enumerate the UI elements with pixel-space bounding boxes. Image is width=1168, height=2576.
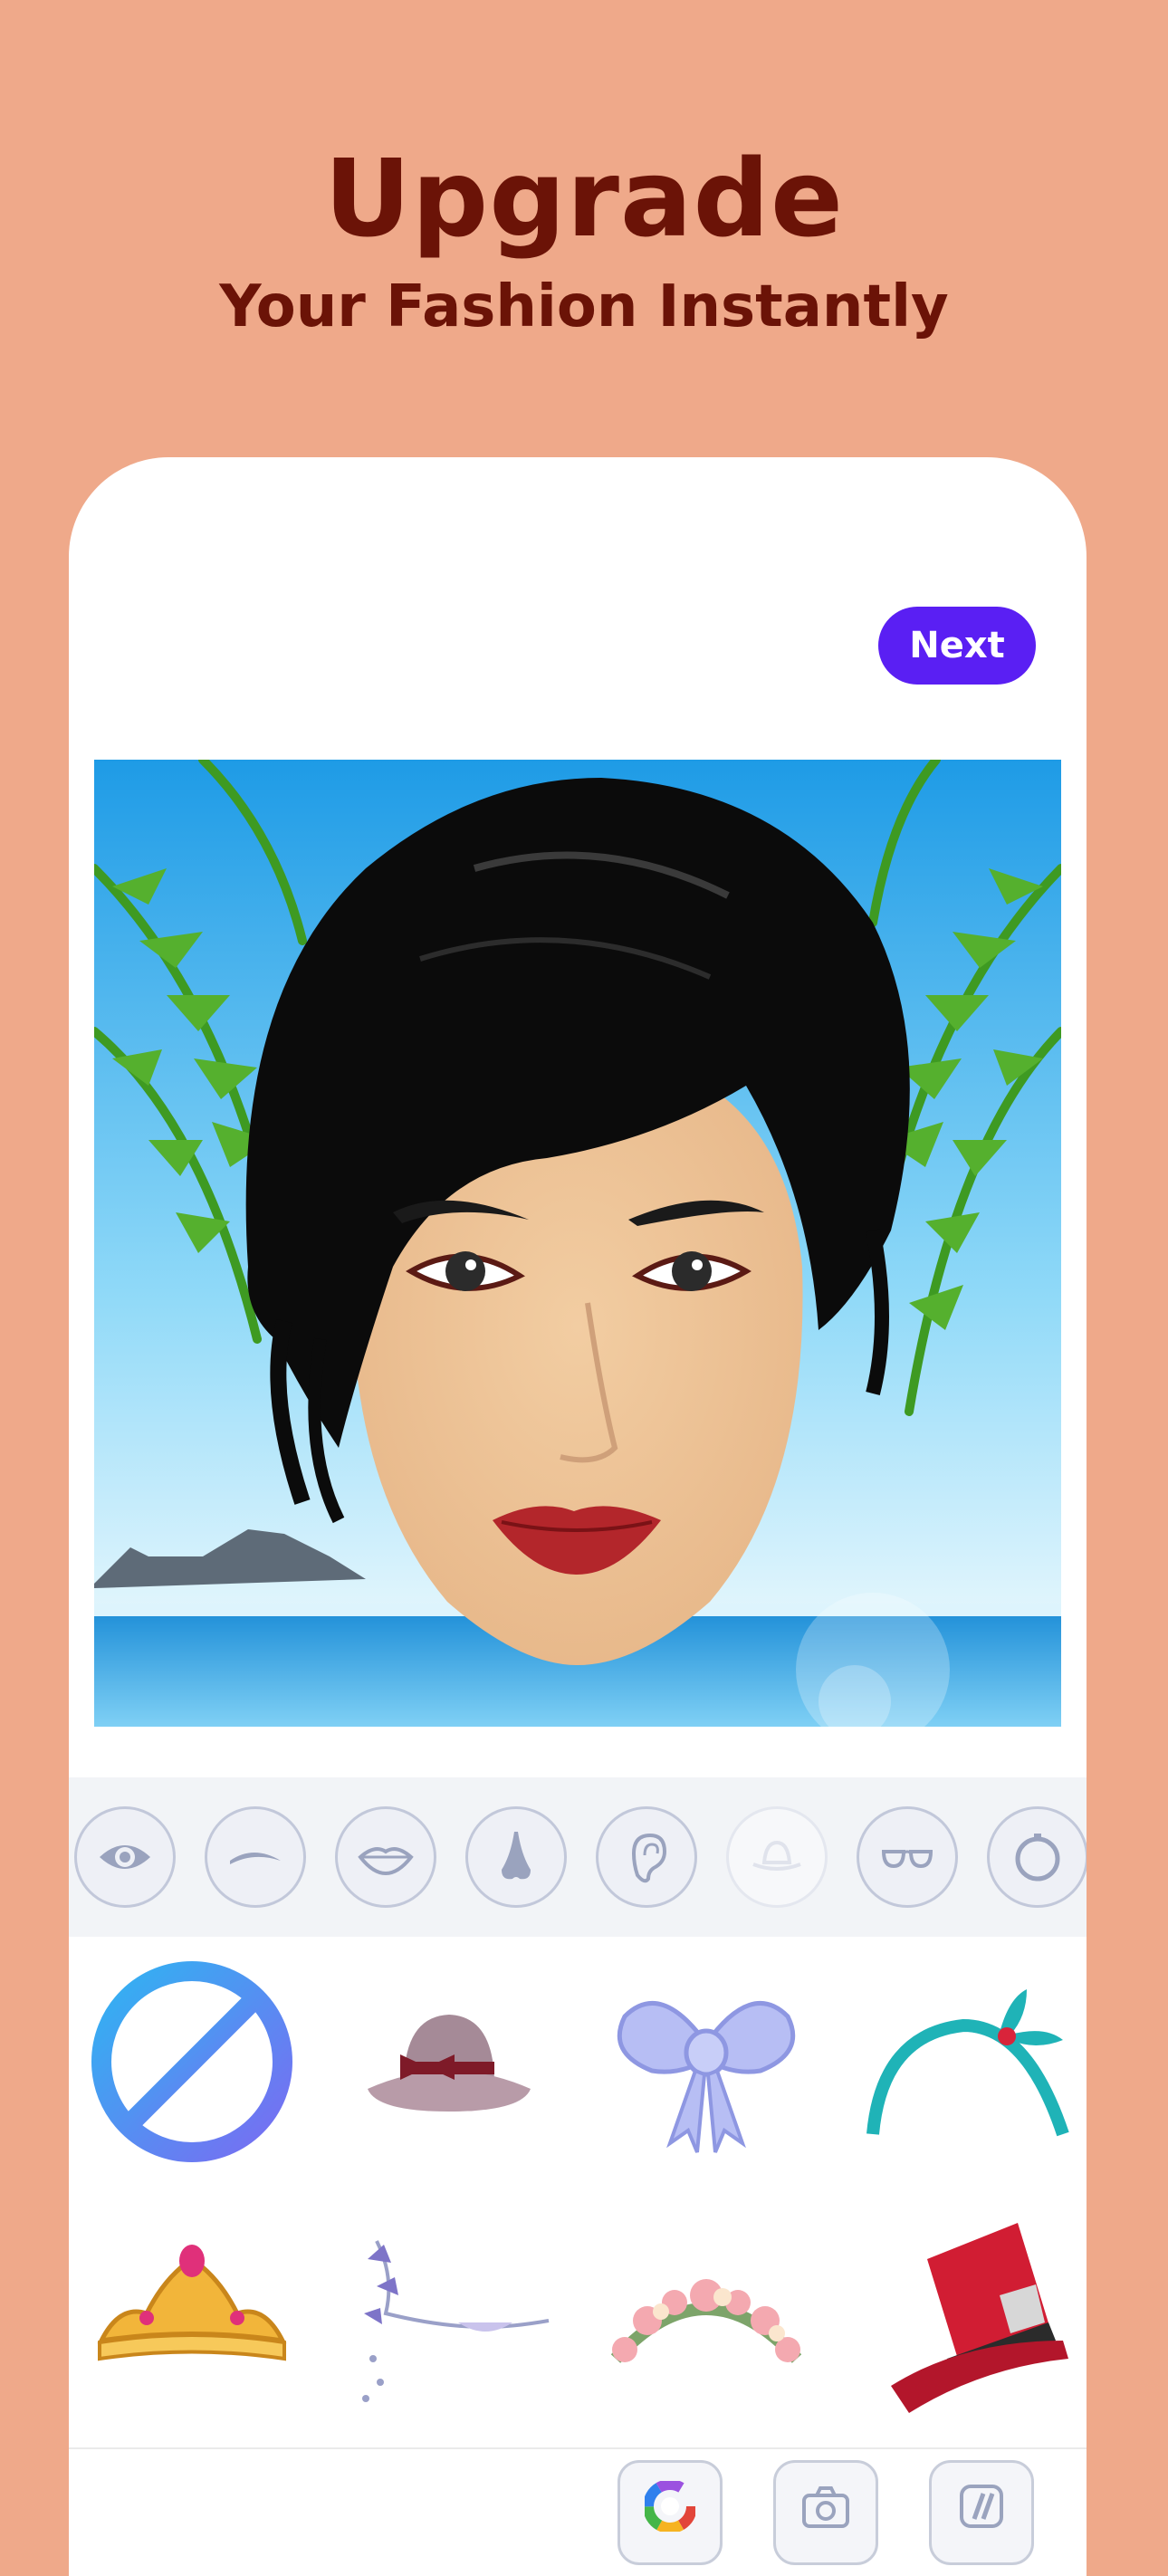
color-picker-button[interactable] xyxy=(618,2460,723,2565)
accessory-headband[interactable] xyxy=(855,1953,1072,2170)
accessory-hair-vine[interactable] xyxy=(340,2205,558,2422)
hat-category-button[interactable] xyxy=(726,1806,828,1908)
color-wheel-icon xyxy=(645,2481,695,2532)
lips-category-button[interactable] xyxy=(335,1806,436,1908)
earring-icon xyxy=(1015,1834,1060,1882)
hair-vine-icon xyxy=(362,2240,550,2402)
page-subtitle: Your Fashion Instantly xyxy=(219,273,949,340)
ear-category-button[interactable] xyxy=(596,1806,697,1908)
flower-crown-icon xyxy=(610,2279,802,2363)
accessory-bow[interactable] xyxy=(598,1953,815,2170)
camera-icon xyxy=(802,2486,849,2528)
accessory-none[interactable] xyxy=(83,1953,301,2170)
eye-category-button[interactable] xyxy=(74,1806,176,1908)
accessory-tiara[interactable] xyxy=(83,2205,301,2422)
eraser-icon xyxy=(960,2485,1003,2528)
tiara-icon xyxy=(97,2245,287,2361)
accessory-flower-crown[interactable] xyxy=(598,2205,815,2422)
nose-icon xyxy=(502,1832,531,1880)
feature-category-strip xyxy=(69,1777,1087,1937)
none-icon xyxy=(91,1961,292,2162)
headband-icon xyxy=(866,1989,1069,2137)
bucket-hat-icon xyxy=(368,2015,531,2112)
avatar-canvas[interactable] xyxy=(90,755,1066,1747)
glasses-icon xyxy=(881,1850,933,1869)
page-title: Upgrade xyxy=(323,136,845,261)
earring-category-button[interactable] xyxy=(987,1806,1087,1908)
avatar-preview xyxy=(90,755,1066,1747)
accessory-top-hat[interactable] xyxy=(855,2205,1072,2422)
accessory-bucket-hat[interactable] xyxy=(340,1953,558,2170)
glasses-category-button[interactable] xyxy=(857,1806,958,1908)
eye-icon xyxy=(100,1845,150,1869)
bow-icon xyxy=(617,2001,796,2153)
lips-icon xyxy=(358,1847,414,1876)
hat-icon xyxy=(752,1840,801,1871)
top-hat-icon xyxy=(891,2223,1068,2413)
ear-icon xyxy=(631,1833,667,1883)
eyebrow-icon xyxy=(230,1853,281,1864)
bottom-divider xyxy=(69,2447,1087,2449)
eyebrow-category-button[interactable] xyxy=(205,1806,306,1908)
next-button[interactable]: Next xyxy=(878,607,1036,685)
phone-frame: Next xyxy=(69,457,1087,2576)
eraser-button[interactable] xyxy=(929,2460,1034,2565)
camera-button[interactable] xyxy=(773,2460,878,2565)
nose-category-button[interactable] xyxy=(465,1806,567,1908)
